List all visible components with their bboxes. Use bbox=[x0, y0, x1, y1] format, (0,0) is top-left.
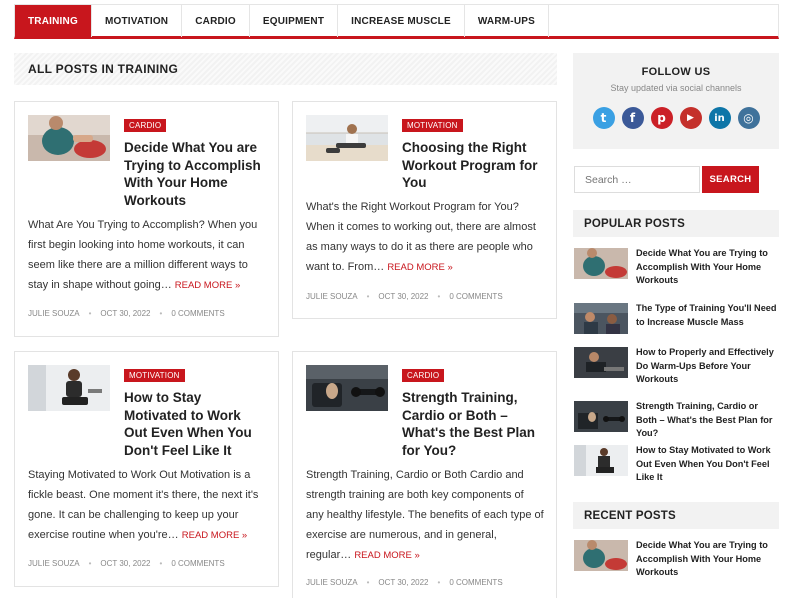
post-card: MOTIVATION How to Stay Motivated to Work… bbox=[14, 351, 279, 587]
post-title[interactable]: Choosing the Right Workout Program for Y… bbox=[402, 139, 542, 192]
linkedin-icon[interactable]: in bbox=[708, 107, 731, 129]
facebook-icon[interactable]: f bbox=[621, 107, 644, 129]
post-thumbnail[interactable] bbox=[28, 115, 110, 161]
popular-post-title[interactable]: How to Stay Motivated to Work Out Even W… bbox=[636, 444, 779, 485]
category-badge[interactable]: MOTIVATION bbox=[402, 119, 463, 132]
popular-post-title[interactable]: How to Properly and Effectively Do Warm-… bbox=[636, 346, 779, 387]
twitter-icon[interactable]: t bbox=[592, 107, 615, 129]
post-date: OCT 30, 2022 bbox=[378, 292, 429, 301]
post-comments[interactable]: 0 COMMENTS bbox=[171, 309, 224, 318]
nav-item-equipment[interactable]: EQUIPMENT bbox=[250, 5, 339, 37]
instagram-icon[interactable]: ◎ bbox=[737, 107, 760, 129]
post-title[interactable]: How to Stay Motivated to Work Out Even W… bbox=[124, 389, 264, 459]
category-badge[interactable]: MOTIVATION bbox=[124, 369, 185, 382]
recent-posts-title: RECENT POSTS bbox=[573, 502, 779, 529]
post-excerpt: What Are You Trying to Accomplish? When … bbox=[28, 215, 266, 296]
post-card: MOTIVATION Choosing the Right Workout Pr… bbox=[292, 101, 557, 319]
post-card: CARDIO Decide What You are Trying to Acc… bbox=[14, 101, 279, 337]
recent-post-title[interactable]: Decide What You are Trying to Accomplish… bbox=[636, 539, 779, 580]
post-title[interactable]: Strength Training, Cardio or Both – What… bbox=[402, 389, 542, 459]
popular-post-item[interactable]: How to Properly and Effectively Do Warm-… bbox=[574, 347, 779, 387]
youtube-icon[interactable]: ▶ bbox=[679, 107, 702, 129]
post-author[interactable]: JULIE SOUZA bbox=[306, 578, 358, 587]
post-card: CARDIO Strength Training, Cardio or Both… bbox=[292, 351, 557, 598]
post-excerpt: Strength Training, Cardio or Both Cardio… bbox=[306, 465, 544, 566]
pinterest-icon[interactable]: p bbox=[650, 107, 673, 129]
popular-post-thumbnail[interactable] bbox=[574, 303, 628, 334]
popular-post-item[interactable]: The Type of Training You'll Need to Incr… bbox=[574, 303, 779, 334]
follow-title: FOLLOW US bbox=[641, 66, 711, 78]
popular-posts-title: POPULAR POSTS bbox=[573, 210, 779, 237]
nav-item-warm-ups[interactable]: WARM-UPS bbox=[465, 5, 549, 37]
excerpt-text: Strength Training, Cardio or Both Cardio… bbox=[306, 469, 544, 561]
post-author[interactable]: JULIE SOUZA bbox=[306, 292, 358, 301]
search-input[interactable] bbox=[574, 166, 700, 193]
nav-item-motivation[interactable]: MOTIVATION bbox=[92, 5, 183, 37]
main-nav: TRAINING MOTIVATION CARDIO EQUIPMENT INC… bbox=[14, 4, 779, 39]
recent-post-thumbnail[interactable] bbox=[574, 540, 628, 571]
read-more-link[interactable]: READ MORE » bbox=[175, 280, 240, 291]
read-more-link[interactable]: READ MORE » bbox=[182, 530, 247, 541]
popular-post-item[interactable]: Decide What You are Trying to Accomplish… bbox=[574, 248, 779, 288]
post-thumbnail[interactable] bbox=[28, 365, 110, 411]
post-comments[interactable]: 0 COMMENTS bbox=[171, 559, 224, 568]
post-title[interactable]: Decide What You are Trying to Accomplish… bbox=[124, 139, 264, 209]
post-excerpt: Staying Motivated to Work Out Motivation… bbox=[28, 465, 266, 546]
follow-widget: FOLLOW US Stay updated via social channe… bbox=[573, 53, 779, 149]
post-meta: JULIE SOUZA • OCT 30, 2022 • 0 COMMENTS bbox=[28, 559, 225, 568]
social-icons: t f p ▶ in ◎ bbox=[573, 107, 779, 129]
post-comments[interactable]: 0 COMMENTS bbox=[449, 292, 502, 301]
popular-post-thumbnail[interactable] bbox=[574, 445, 628, 476]
post-date: OCT 30, 2022 bbox=[100, 559, 151, 568]
follow-subtitle: Stay updated via social channels bbox=[610, 83, 742, 93]
post-meta: JULIE SOUZA • OCT 30, 2022 • 0 COMMENTS bbox=[306, 578, 503, 587]
category-badge[interactable]: CARDIO bbox=[402, 369, 445, 382]
popular-post-title[interactable]: Strength Training, Cardio or Both – What… bbox=[636, 400, 779, 441]
post-meta: JULIE SOUZA • OCT 30, 2022 • 0 COMMENTS bbox=[306, 292, 503, 301]
read-more-link[interactable]: READ MORE » bbox=[354, 550, 419, 561]
nav-item-training[interactable]: TRAINING bbox=[15, 5, 92, 37]
post-author[interactable]: JULIE SOUZA bbox=[28, 559, 80, 568]
popular-post-title[interactable]: Decide What You are Trying to Accomplish… bbox=[636, 247, 779, 288]
post-excerpt: What's the Right Workout Program for You… bbox=[306, 197, 544, 278]
nav-item-cardio[interactable]: CARDIO bbox=[182, 5, 250, 37]
post-date: OCT 30, 2022 bbox=[100, 309, 151, 318]
popular-post-thumbnail[interactable] bbox=[574, 401, 628, 432]
read-more-link[interactable]: READ MORE » bbox=[387, 262, 452, 273]
post-date: OCT 30, 2022 bbox=[378, 578, 429, 587]
popular-post-title[interactable]: The Type of Training You'll Need to Incr… bbox=[636, 302, 779, 334]
popular-post-item[interactable]: How to Stay Motivated to Work Out Even W… bbox=[574, 445, 779, 485]
recent-post-item[interactable]: Decide What You are Trying to Accomplish… bbox=[574, 540, 779, 580]
post-thumbnail[interactable] bbox=[306, 365, 388, 411]
category-badge[interactable]: CARDIO bbox=[124, 119, 167, 132]
popular-post-thumbnail[interactable] bbox=[574, 248, 628, 279]
search-button[interactable]: SEARCH bbox=[702, 166, 759, 193]
popular-post-thumbnail[interactable] bbox=[574, 347, 628, 378]
popular-post-item[interactable]: Strength Training, Cardio or Both – What… bbox=[574, 401, 779, 441]
post-comments[interactable]: 0 COMMENTS bbox=[449, 578, 502, 587]
nav-item-increase-muscle[interactable]: INCREASE MUSCLE bbox=[338, 5, 465, 37]
archive-title: ALL POSTS IN TRAINING bbox=[14, 53, 557, 85]
post-thumbnail[interactable] bbox=[306, 115, 388, 161]
post-author[interactable]: JULIE SOUZA bbox=[28, 309, 80, 318]
post-meta: JULIE SOUZA • OCT 30, 2022 • 0 COMMENTS bbox=[28, 309, 225, 318]
